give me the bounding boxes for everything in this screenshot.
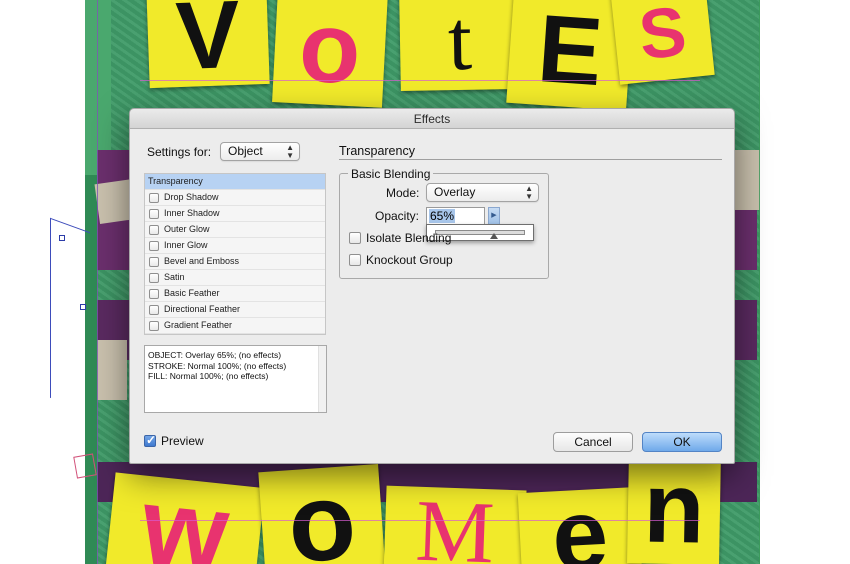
effect-item-label: Basic Feather	[164, 288, 220, 298]
effect-checkbox[interactable]	[149, 256, 159, 267]
letter-card-text: t	[447, 0, 473, 89]
knockout-group-checkbox[interactable]	[349, 254, 361, 266]
effect-item-label: Transparency	[148, 176, 203, 186]
effects-list: Transparency Drop Shadow Inner Shadow Ou…	[144, 173, 326, 335]
isolate-blending-option[interactable]: Isolate Blending	[349, 231, 451, 245]
knockout-group-option[interactable]: Knockout Group	[349, 253, 453, 267]
effect-item-label: Inner Shadow	[164, 208, 220, 218]
section-title: Transparency	[339, 144, 415, 158]
opacity-field[interactable]: 65%	[426, 207, 485, 225]
effect-item-transparency[interactable]: Transparency	[145, 174, 325, 190]
letter-card: e	[517, 486, 643, 564]
artwork-beige-strip	[97, 340, 127, 400]
letter-card-text: V	[174, 0, 242, 89]
frame-edge	[140, 80, 700, 81]
opacity-value: 65%	[429, 209, 456, 223]
preview-checkbox[interactable]	[144, 433, 156, 447]
letter-card-text: M	[414, 485, 496, 564]
selection-path[interactable]	[50, 217, 90, 413]
letter-card-text: o	[296, 0, 364, 106]
cancel-button[interactable]: Cancel	[553, 432, 633, 452]
effect-item-label: Bevel and Emboss	[164, 256, 240, 266]
summary-line: FILL: Normal 100%; (no effects)	[148, 371, 269, 381]
effects-dialog: Effects Settings for: Object ▲ ▼ Transpar…	[129, 108, 735, 464]
effect-item-label: Inner Glow	[164, 240, 208, 250]
settings-for-label: Settings for:	[147, 145, 212, 159]
effect-item-label: Outer Glow	[164, 224, 210, 234]
letter-card-text: e	[549, 486, 611, 564]
letter-card-text: S	[635, 0, 690, 74]
effect-checkbox[interactable]	[149, 240, 159, 251]
margin-guide	[97, 0, 98, 564]
effect-item-label: Gradient Feather	[164, 320, 233, 330]
letter-card: o	[258, 463, 386, 564]
effect-checkbox[interactable]	[149, 272, 159, 283]
bleed-guide	[759, 0, 760, 564]
mode-dropdown[interactable]: Overlay ▲ ▼	[426, 183, 539, 202]
summary-line: STROKE: Normal 100%; (no effects)	[148, 360, 287, 371]
mode-value: Overlay	[434, 185, 476, 199]
effect-item-bevel-and-emboss[interactable]: Bevel and Emboss	[145, 254, 325, 270]
effect-item-outer-glow[interactable]: Outer Glow	[145, 222, 325, 238]
letter-card-text: w	[136, 472, 235, 564]
effect-checkbox[interactable]	[149, 288, 159, 299]
effects-summary: OBJECT: Overlay 65%; (no effects) STROKE…	[144, 345, 327, 413]
effect-item-label: Drop Shadow	[164, 192, 219, 202]
dropdown-arrows-icon: ▲ ▼	[525, 184, 533, 201]
opacity-slider-toggle-icon[interactable]: ▶	[488, 207, 500, 225]
effect-item-directional-feather[interactable]: Directional Feather	[145, 302, 325, 318]
effect-item-inner-glow[interactable]: Inner Glow	[145, 238, 325, 254]
effect-item-inner-shadow[interactable]: Inner Shadow	[145, 206, 325, 222]
settings-for-value: Object	[228, 144, 263, 158]
frame-edge	[140, 520, 700, 521]
ok-button[interactable]: OK	[642, 432, 722, 452]
effect-checkbox[interactable]	[149, 304, 159, 315]
summary-line: OBJECT: Overlay 65%; (no effects)	[148, 350, 282, 360]
letter-card: n	[627, 451, 721, 564]
effect-checkbox[interactable]	[149, 192, 159, 203]
letter-card: S	[610, 0, 715, 85]
letter-card-text: E	[534, 0, 606, 107]
effect-checkbox[interactable]	[149, 224, 159, 235]
dialog-title: Effects	[130, 109, 734, 129]
letter-card: w	[105, 472, 265, 564]
effect-checkbox[interactable]	[149, 208, 159, 219]
effect-item-drop-shadow[interactable]: Drop Shadow	[145, 190, 325, 206]
mode-label: Mode:	[386, 186, 420, 200]
anchor-point[interactable]	[80, 304, 86, 310]
preview-option[interactable]: Preview	[144, 433, 204, 448]
effect-item-gradient-feather[interactable]: Gradient Feather	[145, 318, 325, 334]
anchor-point[interactable]	[59, 235, 65, 241]
letter-card: V	[146, 0, 270, 89]
dropdown-arrows-icon: ▲ ▼	[286, 143, 294, 160]
letter-card-text: n	[642, 451, 706, 564]
summary-scrollbar[interactable]	[318, 346, 326, 412]
effect-checkbox[interactable]	[149, 320, 159, 331]
settings-for-dropdown[interactable]: Object ▲ ▼	[220, 142, 300, 161]
knockout-group-label: Knockout Group	[366, 253, 453, 267]
letter-card-text: o	[284, 463, 360, 564]
isolate-blending-checkbox[interactable]	[349, 232, 361, 244]
opacity-label: Opacity:	[375, 209, 420, 223]
isolate-blending-label: Isolate Blending	[366, 231, 452, 245]
artwork-light-green-block	[85, 0, 111, 175]
section-divider	[339, 159, 722, 160]
opacity-slider-thumb[interactable]	[489, 233, 498, 239]
effect-item-basic-feather[interactable]: Basic Feather	[145, 286, 325, 302]
basic-blending-title: Basic Blending	[348, 167, 434, 181]
frame-corner-mark	[73, 453, 97, 479]
effect-item-label: Directional Feather	[164, 304, 241, 314]
letter-card: o	[272, 0, 388, 108]
letter-card: M	[383, 485, 527, 564]
letter-card: t	[399, 0, 521, 92]
preview-label: Preview	[161, 434, 204, 448]
effect-item-label: Satin	[164, 272, 185, 282]
effect-item-satin[interactable]: Satin	[145, 270, 325, 286]
